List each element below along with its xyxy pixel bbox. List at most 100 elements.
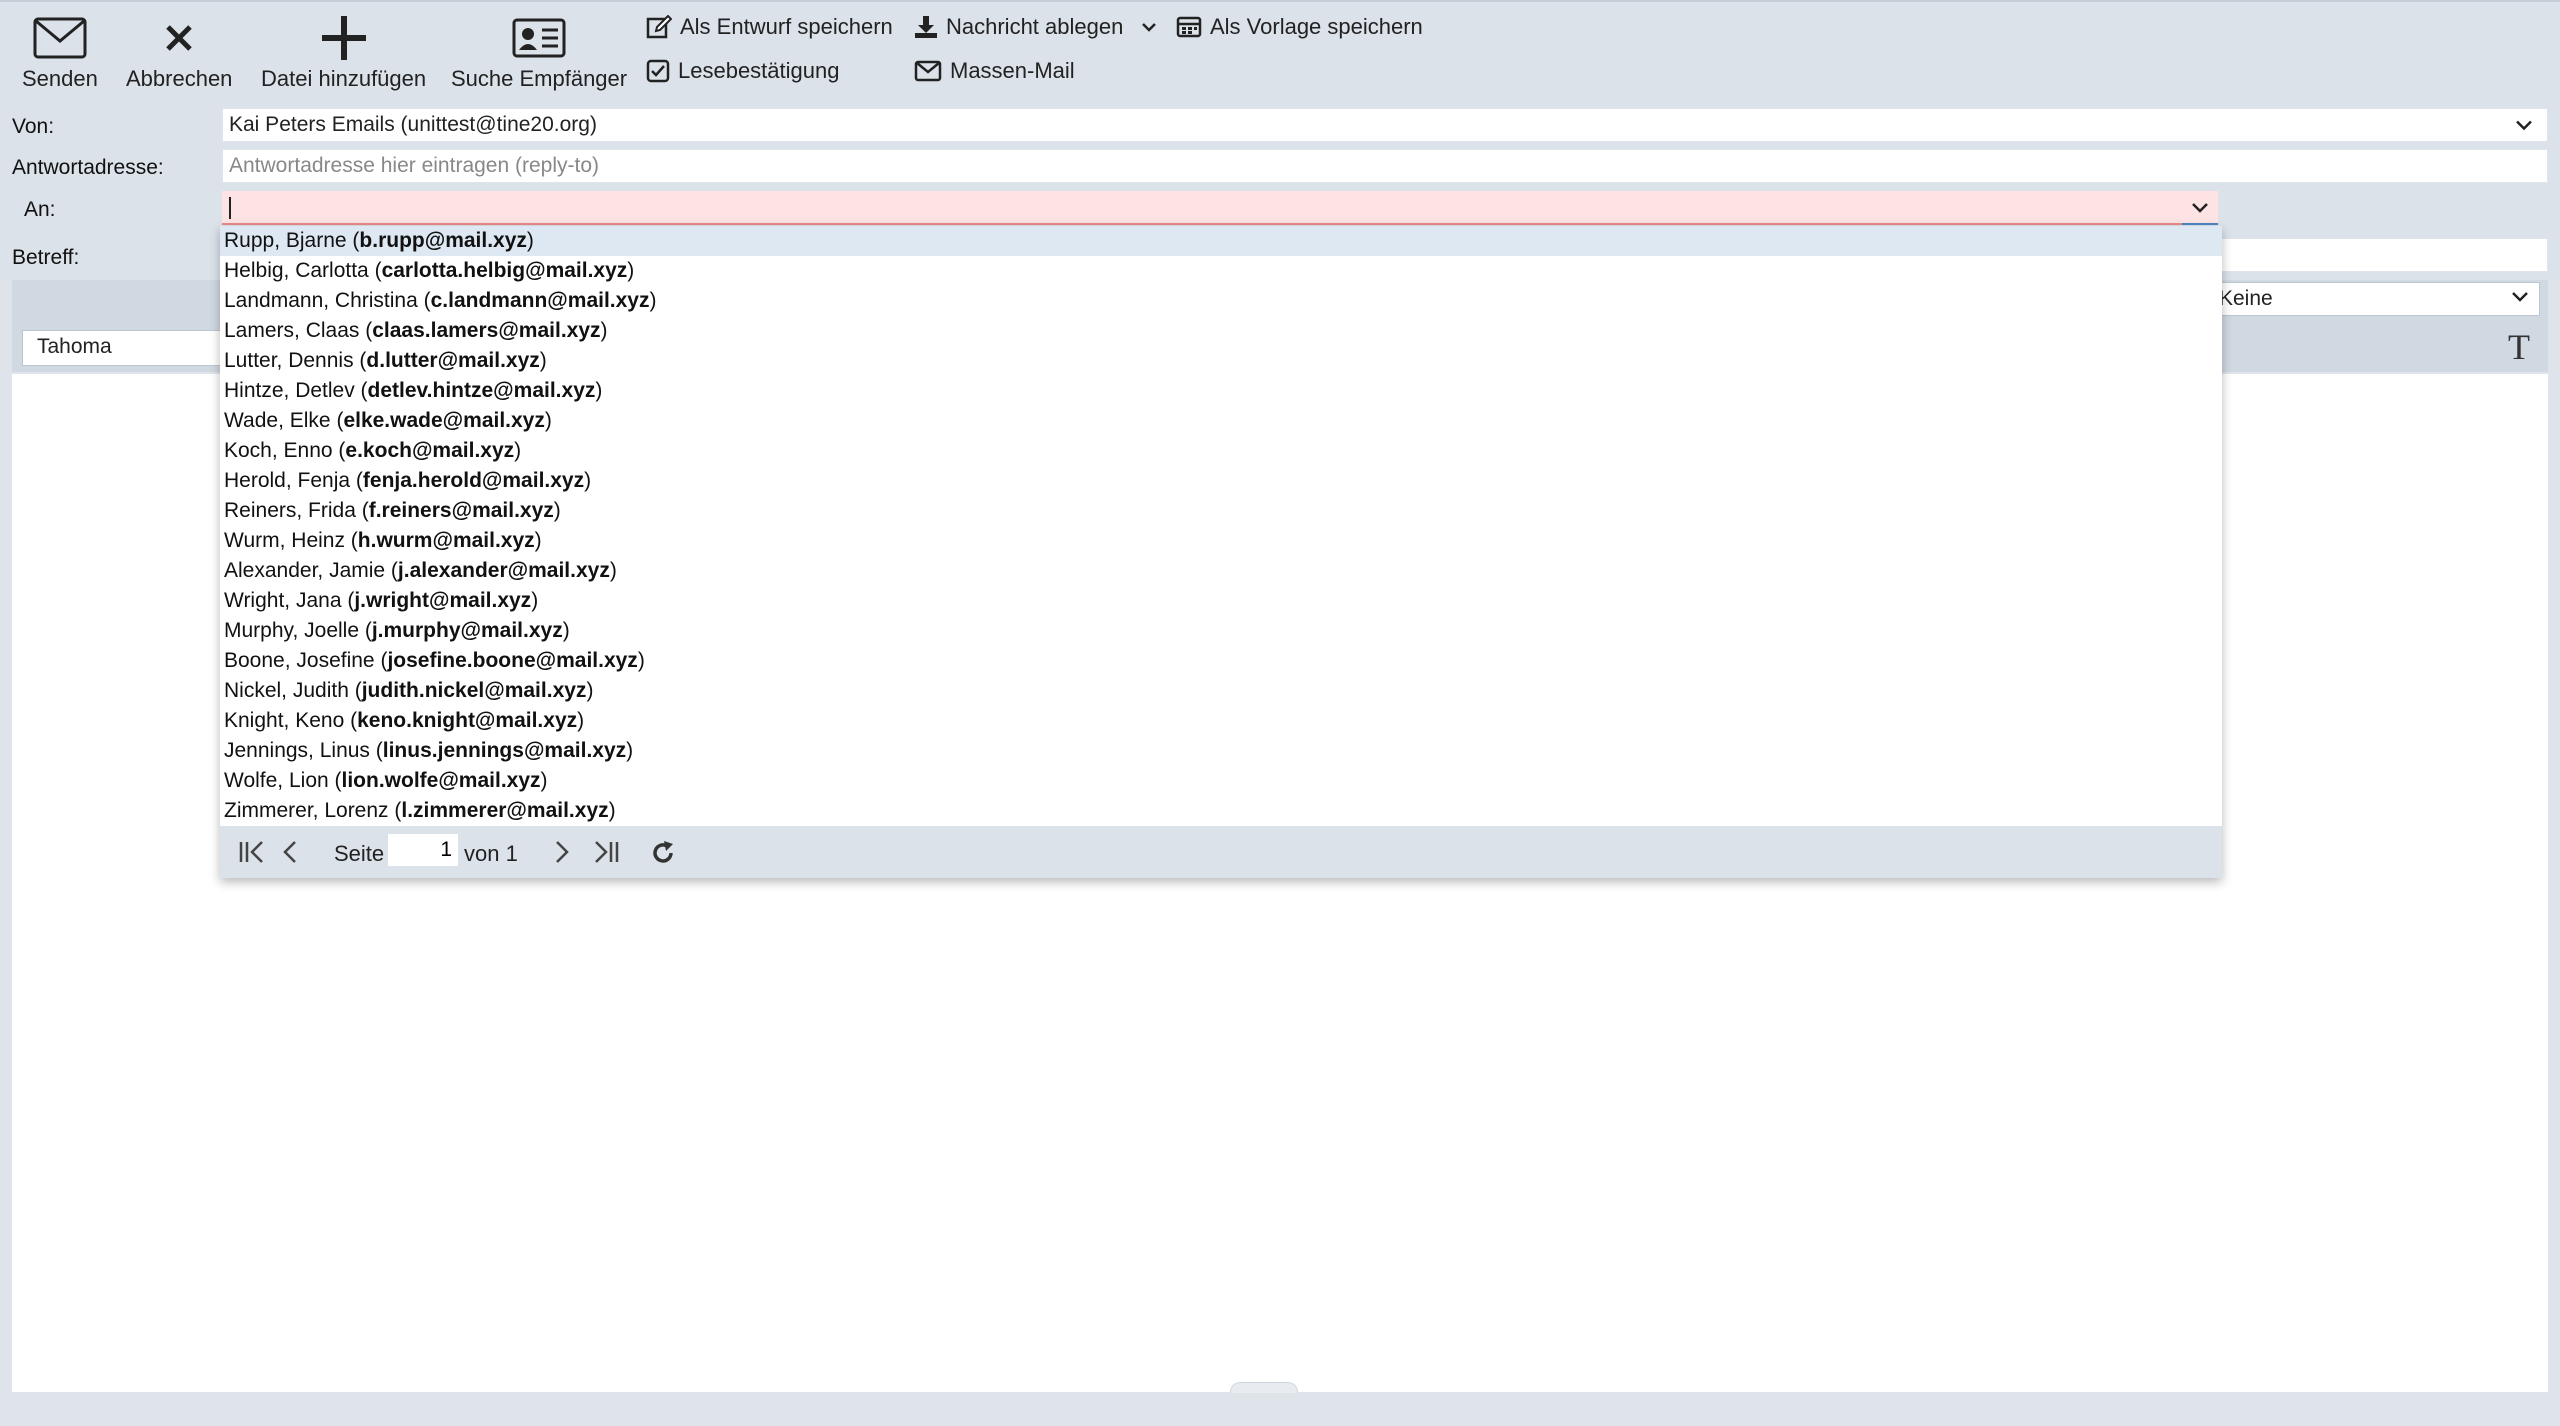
mass-mail-toggle[interactable]: Massen-Mail xyxy=(914,58,1075,84)
search-recipients-button[interactable]: Suche Empfänger xyxy=(451,14,627,92)
suggestion-name: Wright, Jana xyxy=(224,589,342,612)
envelope-icon xyxy=(33,14,87,62)
suggestion-email: keno.knight@mail.xyz xyxy=(357,709,578,732)
suggestion-item[interactable]: Herold, Fenja (fenja.herold@mail.xyz) xyxy=(220,466,2222,496)
suggestion-name: Boone, Josefine xyxy=(224,649,375,672)
from-select[interactable]: Kai Peters Emails (unittest@tine20.org) xyxy=(222,108,2548,142)
text-cursor xyxy=(229,197,231,219)
suggestion-name: Koch, Enno xyxy=(224,439,333,462)
read-receipt-label: Lesebestätigung xyxy=(678,58,840,83)
reply-to-label: Antwortadresse: xyxy=(12,156,164,179)
editor-option-value: Keine xyxy=(2219,287,2273,310)
suggestion-item[interactable]: Wright, Jana (j.wright@mail.xyz) xyxy=(220,586,2222,616)
chevron-down-icon[interactable] xyxy=(1141,22,1157,32)
toolbar: Senden Abbrechen Datei hinzufügen Suche … xyxy=(0,0,2560,100)
save-draft-label: Als Entwurf speichern xyxy=(680,14,893,39)
to-label: An: xyxy=(24,198,56,221)
suggestion-name: Rupp, Bjarne xyxy=(224,229,347,252)
cancel-label: Abbrechen xyxy=(126,66,233,91)
page-label: Seite xyxy=(334,841,385,866)
reply-to-placeholder: Antwortadresse hier eintragen (reply-to) xyxy=(229,154,600,177)
suggestion-item[interactable]: Helbig, Carlotta (carlotta.helbig@mail.x… xyxy=(220,256,2222,286)
suggestion-item[interactable]: Jennings, Linus (linus.jennings@mail.xyz… xyxy=(220,736,2222,766)
suggestion-name: Hintze, Detlev xyxy=(224,379,355,402)
suggestion-name: Herold, Fenja xyxy=(224,469,351,492)
suggestion-email: l.zimmerer@mail.xyz xyxy=(401,799,609,822)
suggestion-name: Murphy, Joelle xyxy=(224,619,360,642)
suggestion-item[interactable]: Knight, Keno (keno.knight@mail.xyz) xyxy=(220,706,2222,736)
suggestion-item[interactable]: Wurm, Heinz (h.wurm@mail.xyz) xyxy=(220,526,2222,556)
mass-mail-label: Massen-Mail xyxy=(950,58,1075,83)
suggestion-item[interactable]: Lutter, Dennis (d.lutter@mail.xyz) xyxy=(220,346,2222,376)
edit-icon xyxy=(646,15,672,39)
suggestion-email: d.lutter@mail.xyz xyxy=(366,349,540,372)
suggestion-list: Rupp, Bjarne (b.rupp@mail.xyz) Helbig, Ca… xyxy=(220,226,2222,826)
editor-option-select[interactable]: Keine xyxy=(2210,282,2540,316)
suggestion-name: Helbig, Carlotta xyxy=(224,259,369,282)
status-bar xyxy=(0,1392,2560,1426)
page-total-label: von 1 xyxy=(464,841,518,866)
to-dropdown-trigger[interactable] xyxy=(2182,191,2218,225)
suggestion-item[interactable]: Boone, Josefine (josefine.boone@mail.xyz… xyxy=(220,646,2222,676)
suggestion-item[interactable]: Rupp, Bjarne (b.rupp@mail.xyz) xyxy=(220,226,2222,256)
refresh-icon[interactable] xyxy=(650,840,676,866)
suggestion-email: h.wurm@mail.xyz xyxy=(357,529,535,552)
save-template-button[interactable]: Als Vorlage speichern xyxy=(1176,14,1423,40)
suggestion-name: Lutter, Dennis xyxy=(224,349,354,372)
read-receipt-toggle[interactable]: Lesebestätigung xyxy=(646,58,839,84)
suggestion-item[interactable]: Wade, Elke (elke.wade@mail.xyz) xyxy=(220,406,2222,436)
suggestion-name: Nickel, Judith xyxy=(224,679,349,702)
page-number-input[interactable] xyxy=(388,834,458,866)
suggestion-name: Wade, Elke xyxy=(224,409,331,432)
last-page-icon[interactable] xyxy=(592,840,620,864)
reply-to-input[interactable]: Antwortadresse hier eintragen (reply-to) xyxy=(222,149,2548,183)
add-file-button[interactable]: Datei hinzufügen xyxy=(261,14,426,92)
suggestion-item[interactable]: Landmann, Christina (c.landmann@mail.xyz… xyxy=(220,286,2222,316)
next-page-icon[interactable] xyxy=(554,840,570,864)
cancel-button[interactable]: Abbrechen xyxy=(126,14,232,92)
first-page-icon[interactable] xyxy=(238,840,266,864)
subject-label: Betreff: xyxy=(12,246,80,269)
file-message-button[interactable]: Nachricht ablegen xyxy=(914,14,1165,40)
suggestion-name: Jennings, Linus xyxy=(224,739,370,762)
suggestion-name: Wolfe, Lion xyxy=(224,769,329,792)
suggestion-email: b.rupp@mail.xyz xyxy=(359,229,527,252)
suggestion-email: f.reiners@mail.xyz xyxy=(368,499,554,522)
font-family-select[interactable]: Tahoma xyxy=(22,330,242,366)
add-file-label: Datei hinzufügen xyxy=(261,66,427,91)
text-format-icon[interactable]: T xyxy=(2508,326,2530,368)
pagination-bar: Seite von 1 xyxy=(220,826,2222,878)
chevron-down-icon xyxy=(2516,120,2532,131)
send-button[interactable]: Senden xyxy=(22,14,98,92)
recipient-suggestion-dropdown: Rupp, Bjarne (b.rupp@mail.xyz) Helbig, Ca… xyxy=(220,226,2222,878)
suggestion-item[interactable]: Lamers, Claas (claas.lamers@mail.xyz) xyxy=(220,316,2222,346)
chevron-down-icon xyxy=(2192,202,2208,213)
resize-handle[interactable] xyxy=(1230,1382,1298,1393)
download-icon xyxy=(915,16,937,38)
suggestion-email: detlev.hintze@mail.xyz xyxy=(367,379,596,402)
from-value: Kai Peters Emails (unittest@tine20.org) xyxy=(229,113,597,136)
suggestion-item[interactable]: Nickel, Judith (judith.nickel@mail.xyz) xyxy=(220,676,2222,706)
suggestion-item[interactable]: Alexander, Jamie (j.alexander@mail.xyz) xyxy=(220,556,2222,586)
suggestion-name: Lamers, Claas xyxy=(224,319,360,342)
save-draft-button[interactable]: Als Entwurf speichern xyxy=(646,14,893,40)
font-family-value: Tahoma xyxy=(37,335,112,358)
to-input[interactable] xyxy=(222,191,2218,225)
chevron-down-icon xyxy=(2512,292,2528,302)
suggestion-email: e.koch@mail.xyz xyxy=(345,439,515,462)
suggestion-name: Reiners, Frida xyxy=(224,499,356,522)
suggestion-item[interactable]: Hintze, Detlev (detlev.hintze@mail.xyz) xyxy=(220,376,2222,406)
send-label: Senden xyxy=(22,66,98,91)
suggestion-item[interactable]: Wolfe, Lion (lion.wolfe@mail.xyz) xyxy=(220,766,2222,796)
suggestion-item[interactable]: Murphy, Joelle (j.murphy@mail.xyz) xyxy=(220,616,2222,646)
suggestion-email: linus.jennings@mail.xyz xyxy=(382,739,627,762)
suggestion-email: j.wright@mail.xyz xyxy=(354,589,532,612)
file-message-label: Nachricht ablegen xyxy=(946,14,1124,39)
suggestion-item[interactable]: Zimmerer, Lorenz (l.zimmerer@mail.xyz) xyxy=(220,796,2222,826)
close-icon xyxy=(164,14,194,62)
envelope-icon xyxy=(914,60,942,82)
previous-page-icon[interactable] xyxy=(282,840,298,864)
suggestion-name: Zimmerer, Lorenz xyxy=(224,799,389,822)
suggestion-item[interactable]: Koch, Enno (e.koch@mail.xyz) xyxy=(220,436,2222,466)
suggestion-item[interactable]: Reiners, Frida (f.reiners@mail.xyz) xyxy=(220,496,2222,526)
